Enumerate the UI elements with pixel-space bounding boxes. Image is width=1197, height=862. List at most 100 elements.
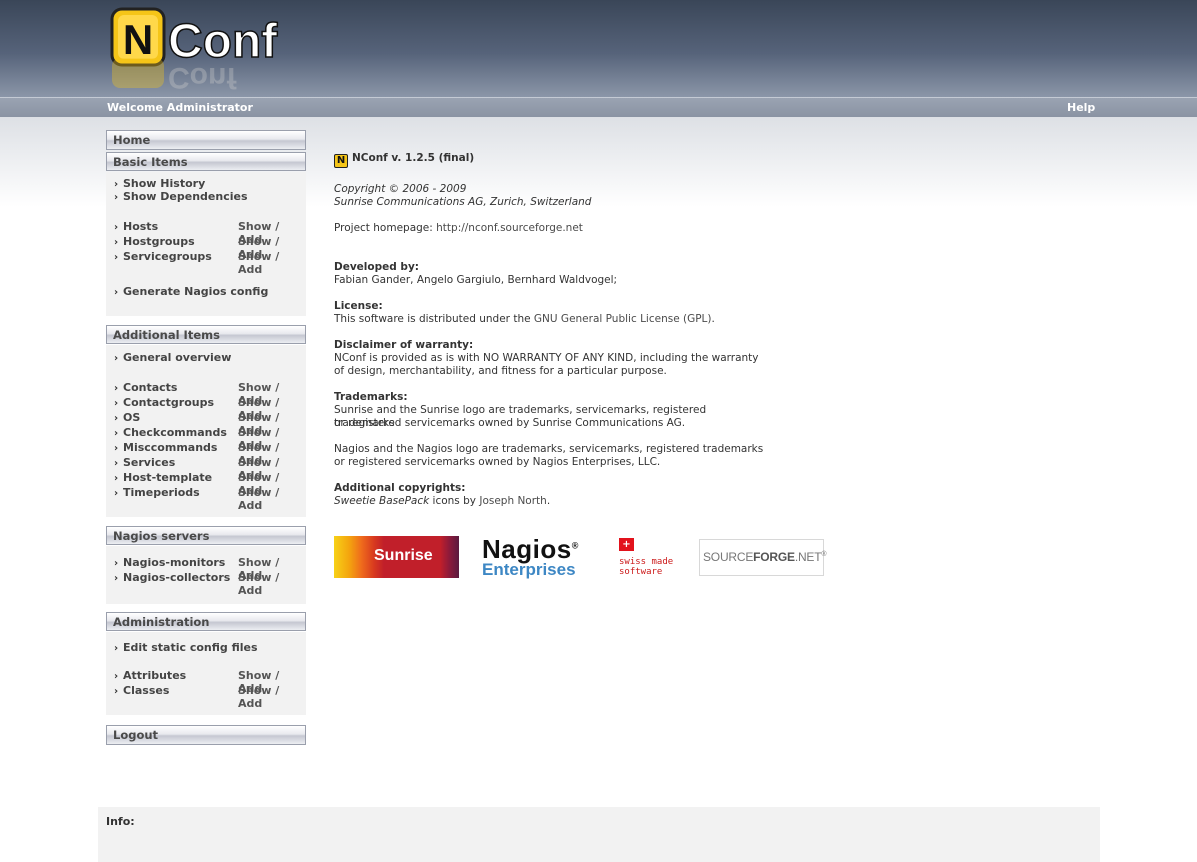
nav-generate-config[interactable]: › Generate Nagios config [114, 285, 304, 299]
nav-hosts[interactable]: › Hosts Show / Add [114, 220, 304, 246]
homepage-link[interactable]: http://nconf.sourceforge.net [436, 222, 583, 234]
disclaimer-line-1: NConf is provided as is with NO WARRANTY… [334, 352, 759, 364]
nav-attributes[interactable]: › Attributes Show / Add [114, 669, 304, 695]
nav-os[interactable]: › OS Show / Add [114, 411, 304, 437]
nav-contactgroups[interactable]: › Contactgroups Show / Add [114, 396, 304, 422]
nagios-reg-mark: ® [571, 540, 579, 551]
nav-edit-static-config[interactable]: › Edit static config files [114, 641, 304, 655]
show-add-link[interactable]: Show / Add [238, 250, 304, 276]
nav-checkcommands[interactable]: › Checkcommands Show / Add [114, 426, 304, 452]
nav-label: Hosts [123, 220, 159, 233]
show-add-link[interactable]: Show / Add [238, 684, 304, 710]
nav-show-history[interactable]: › Show History [114, 177, 304, 191]
nav-logout-label: Logout [113, 728, 159, 742]
chevron-right-icon: › [114, 398, 119, 409]
nconf-small-icon: N [334, 154, 348, 168]
nav-administration-box: › Edit static config files › Attributes Sho… [106, 632, 306, 715]
nav-home[interactable]: Home [106, 130, 306, 150]
sunrise-logo[interactable]: Sunrise [334, 536, 459, 578]
nav-administration-header: Administration [106, 612, 306, 631]
nav-show-dependencies[interactable]: › Show Dependencies [114, 190, 304, 204]
chevron-right-icon: › [114, 573, 119, 584]
swiss-flag-icon: + [619, 538, 634, 551]
trademarks-title: Trademarks: [334, 391, 408, 403]
chevron-right-icon: › [114, 222, 119, 233]
nav-classes[interactable]: › Classes Show / Add [114, 684, 304, 710]
nav-additional-items-header: Additional Items [106, 325, 306, 344]
chevron-right-icon: › [114, 287, 119, 298]
chevron-right-icon: › [114, 643, 119, 654]
chevron-right-icon: › [114, 353, 119, 364]
nav-label: Show Dependencies [123, 190, 248, 203]
svg-text:Conf: Conf [168, 61, 237, 90]
nagios-tm-line-1: Nagios and the Nagios logo are trademark… [334, 443, 764, 455]
version-line: N NConf v. 1.2.5 (final) [334, 152, 764, 168]
nav-label: Attributes [123, 669, 187, 682]
swiss-line-1: swiss made [619, 557, 674, 567]
author-link[interactable]: Joseph North [479, 495, 546, 507]
nav-label: Timeperiods [123, 486, 200, 499]
nav-basic-items-header: Basic Items [106, 152, 306, 171]
iconpack-name: Sweetie BasePack [334, 495, 430, 507]
sourceforge-logo[interactable]: SOURCEFORGE.NET® [699, 539, 827, 576]
license-title: License: [334, 300, 383, 312]
top-bar: Welcome Administrator Help [0, 97, 1197, 117]
nav-logout[interactable]: Logout [106, 725, 306, 745]
nav-label: Generate Nagios config [123, 285, 269, 298]
nav-host-template[interactable]: › Host-template Show / Add [114, 471, 304, 497]
nav-misccommands[interactable]: › Misccommands Show / Add [114, 441, 304, 467]
nav-additional-items-box: › General overview › Contacts Show / Add › C… [106, 345, 306, 517]
nav-label: Nagios-collectors [123, 571, 231, 584]
addcopy-mid: icons by [429, 495, 480, 507]
sf-forge: FORGE [753, 550, 795, 564]
copyright-line: Copyright © 2006 - 2009 [334, 183, 467, 195]
nav-label: Misccommands [123, 441, 218, 454]
section-title: Basic Items [113, 155, 188, 169]
nav-label: Nagios-monitors [123, 556, 226, 569]
nav-label: Hostgroups [123, 235, 195, 248]
nagios-enterprises-logo[interactable]: Nagios® Enterprises [482, 534, 597, 580]
chevron-right-icon: › [114, 179, 119, 190]
nagios-tm-line-2: or registered servicemarks owned by Nagi… [334, 456, 661, 468]
nav-label: General overview [123, 351, 232, 364]
nav-label: Host-template [123, 471, 213, 484]
logo-reflection: Conf [110, 58, 315, 90]
show-add-link[interactable]: Show / Add [238, 571, 304, 597]
nav-services[interactable]: › Services Show / Add [114, 456, 304, 482]
nav-contacts[interactable]: › Contacts Show / Add [114, 381, 304, 407]
help-link[interactable]: Help [1067, 101, 1095, 114]
swiss-text: swiss made software [619, 557, 673, 577]
addcopy-end: . [546, 495, 551, 507]
nav-general-overview[interactable]: › General overview [114, 351, 304, 365]
nav-label: Services [123, 456, 176, 469]
chevron-right-icon: › [114, 383, 119, 394]
swiss-made-software-logo[interactable]: + swiss made software [619, 538, 684, 578]
header: N Conf Conf [0, 0, 1197, 97]
nav-nagios-collectors[interactable]: › Nagios-collectors Show / Add [114, 571, 304, 597]
nav-hostgroups[interactable]: › Hostgroups Show / Add [114, 235, 304, 261]
nav-label: Edit static config files [123, 641, 258, 654]
info-label: Info: [106, 815, 135, 828]
additional-copyrights-text: Sweetie BasePack icons by Joseph North. [334, 495, 764, 508]
nav-servicegroups[interactable]: › Servicegroups Show / Add [114, 250, 304, 276]
nav-label: Show History [123, 177, 206, 190]
chevron-right-icon: › [114, 458, 119, 469]
sunrise-logo-text: Sunrise [374, 547, 433, 564]
chevron-right-icon: › [114, 671, 119, 682]
chevron-right-icon: › [114, 473, 119, 484]
nav-label: Checkcommands [123, 426, 227, 439]
chevron-right-icon: › [114, 443, 119, 454]
show-add-link[interactable]: Show / Add [238, 486, 304, 512]
version-text: NConf v. 1.2.5 (final) [352, 152, 475, 164]
nav-nagios-monitors[interactable]: › Nagios-monitors Show / Add [114, 556, 304, 582]
section-title: Nagios servers [113, 529, 210, 543]
welcome-text: Welcome Administrator [107, 101, 253, 114]
chevron-right-icon: › [114, 558, 119, 569]
nav-timeperiods[interactable]: › Timeperiods Show / Add [114, 486, 304, 512]
info-bar: Info: [98, 807, 1100, 862]
gpl-link[interactable]: GNU General Public License (GPL) [534, 313, 712, 325]
chevron-right-icon: › [114, 428, 119, 439]
svg-text:N: N [123, 16, 153, 63]
nav-label: Classes [123, 684, 170, 697]
license-post: . [711, 313, 715, 325]
